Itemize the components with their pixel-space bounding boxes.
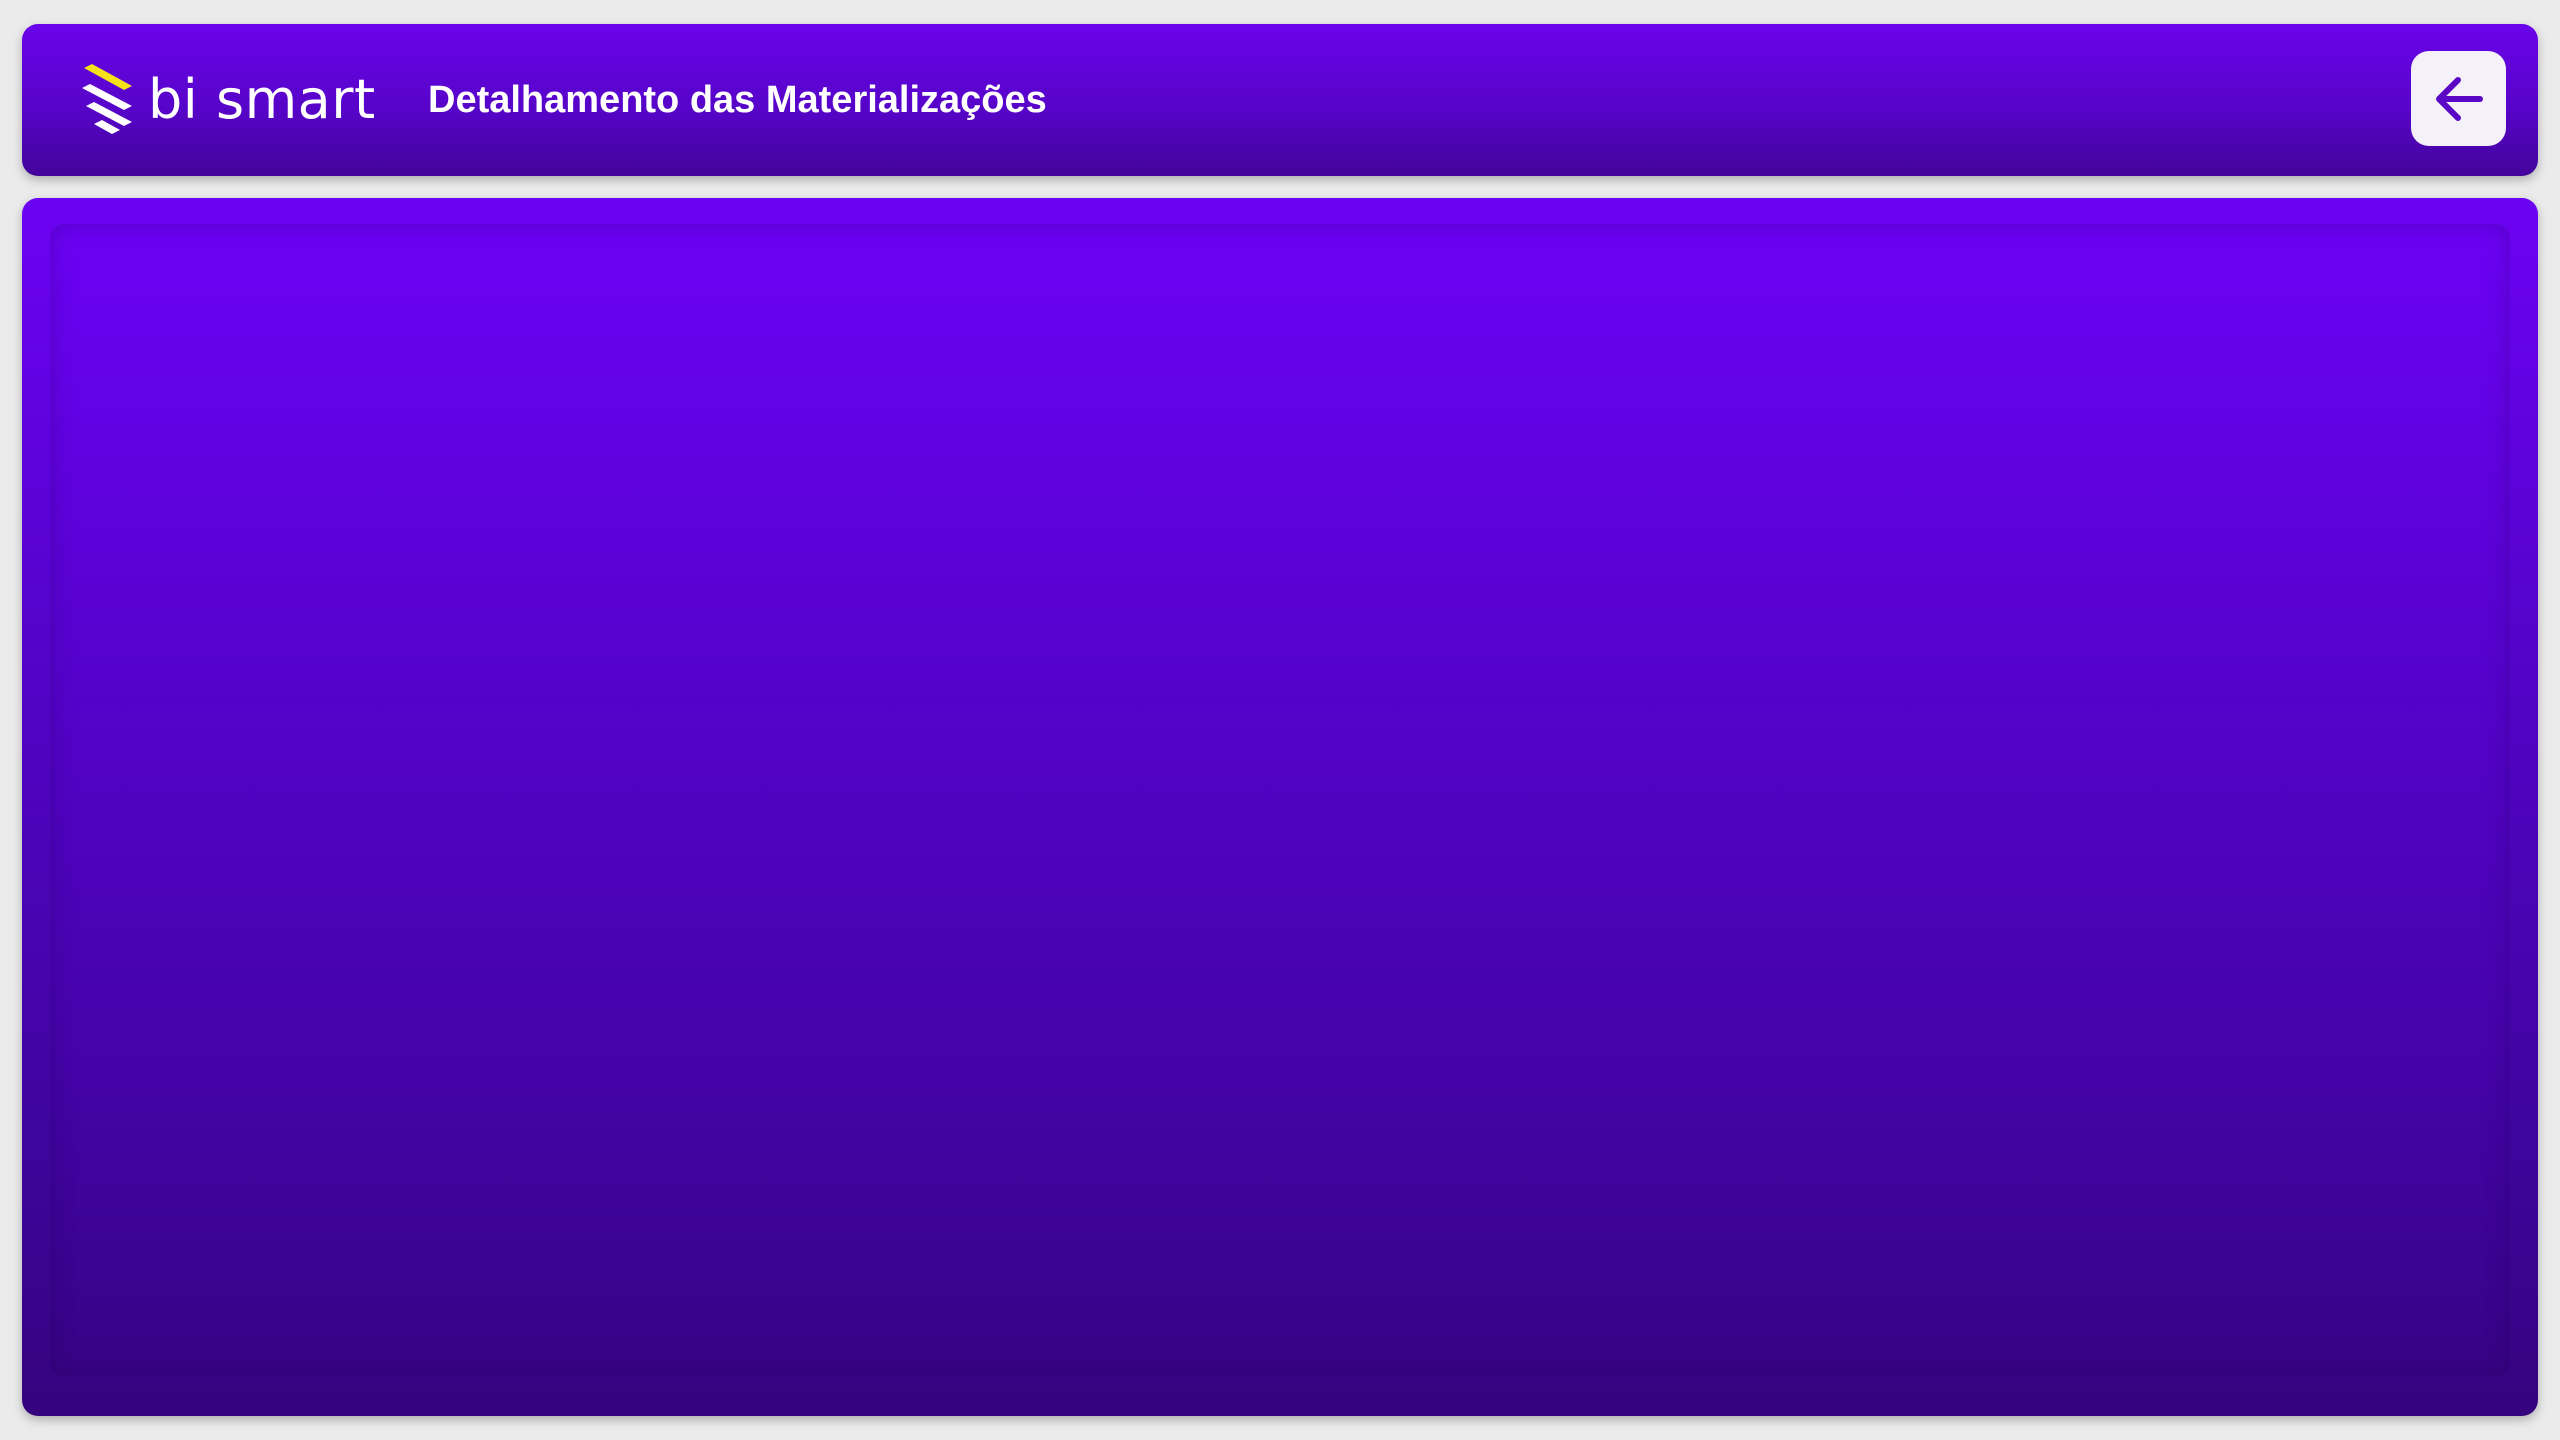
- bi-smart-logo-icon: [82, 64, 132, 134]
- main-panel: [22, 198, 2538, 1416]
- brand-name: bi smart: [148, 68, 376, 131]
- page-title: Detalhamento das Materializações: [428, 79, 1047, 121]
- arrow-left-icon: [2435, 76, 2483, 121]
- back-button[interactable]: [2411, 51, 2506, 146]
- content-area: [50, 224, 2510, 1376]
- app-header: bi smart Detalhamento das Materializaçõe…: [22, 24, 2538, 176]
- brand-logo[interactable]: bi smart: [80, 62, 376, 142]
